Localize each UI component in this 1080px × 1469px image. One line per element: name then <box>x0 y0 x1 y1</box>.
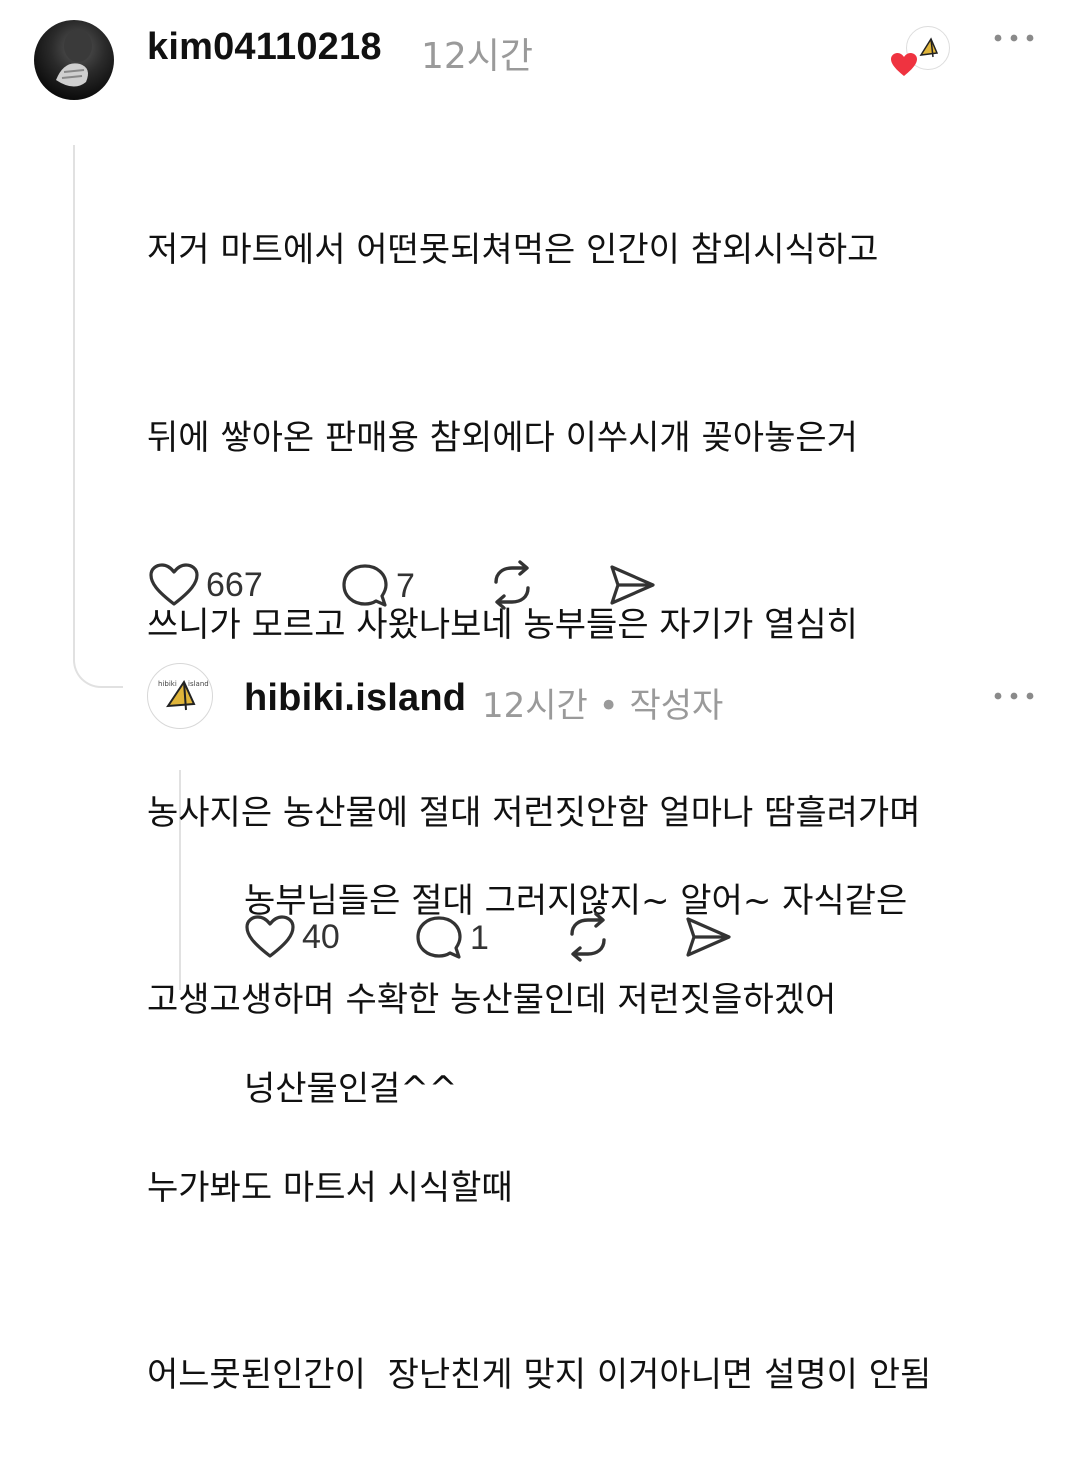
heart-icon <box>149 563 199 606</box>
thread-line-main <box>73 145 75 645</box>
thread-curve-to-reply <box>73 640 123 688</box>
like-count: 40 <box>302 917 340 956</box>
comment-line: 어느못된인간이 장난친게 맞지 이거아니면 설명이 안됨 <box>147 1355 932 1395</box>
comment-line: 저거 마트에서 어떤못되쳐먹은 인간이 참외시식하고 <box>147 230 879 270</box>
reply-more-button[interactable] <box>990 688 1038 704</box>
speech-bubble-icon <box>416 916 462 959</box>
comment-reply-button[interactable]: 7 <box>340 562 415 610</box>
ellipsis-icon <box>994 692 1034 700</box>
author-logo-icon: hibiki island <box>158 679 209 711</box>
comment-line: 쓰니가 모르고 사왔나보네 농부들은 자기가 열심히 <box>147 605 858 645</box>
reply-reply-button[interactable]: 1 <box>414 914 489 962</box>
comment-username[interactable]: kim04110218 <box>147 26 382 69</box>
comment-share-button[interactable] <box>606 562 658 608</box>
svg-text:island: island <box>188 680 209 688</box>
avatar[interactable] <box>34 20 114 100</box>
repost-icon <box>570 912 606 962</box>
comment-time: 12시간 <box>421 36 534 77</box>
heart-icon <box>245 915 295 958</box>
ellipsis-icon <box>994 34 1034 42</box>
svg-text:hibiki: hibiki <box>158 680 177 688</box>
reply-avatar[interactable]: hibiki island <box>147 663 213 729</box>
comment-repost-button[interactable] <box>486 560 538 610</box>
like-count: 667 <box>206 565 263 604</box>
reply-count: 7 <box>396 566 415 605</box>
reply-share-button[interactable] <box>682 914 734 960</box>
repost-icon <box>494 560 530 610</box>
reply-repost-button[interactable] <box>562 912 614 962</box>
reply-username[interactable]: hibiki.island <box>244 677 466 720</box>
send-icon <box>610 565 655 605</box>
send-icon <box>686 917 731 957</box>
reply-body: 농부님들은 절대 그러지않지~ 알어~ 자식같은 넝산물인걸^^ <box>244 745 907 1183</box>
reply-time-author: 12시간 • 작성자 <box>482 686 724 726</box>
reply-like-button[interactable]: 40 <box>244 914 340 960</box>
comment-line: 뒤에 쌓아온 판매용 참외에다 이쑤시개 꽂아놓은거 <box>147 417 858 458</box>
author-heart-icon <box>890 52 918 78</box>
comment-like-button[interactable]: 667 <box>148 562 263 608</box>
author-liked-badge <box>890 26 950 82</box>
reply-count: 1 <box>470 918 489 957</box>
speech-bubble-icon <box>342 564 388 607</box>
reply-line: 넝산물인걸^^ <box>244 1068 458 1109</box>
avatar-photo-icon <box>56 30 92 87</box>
comment-more-button[interactable] <box>990 30 1038 46</box>
